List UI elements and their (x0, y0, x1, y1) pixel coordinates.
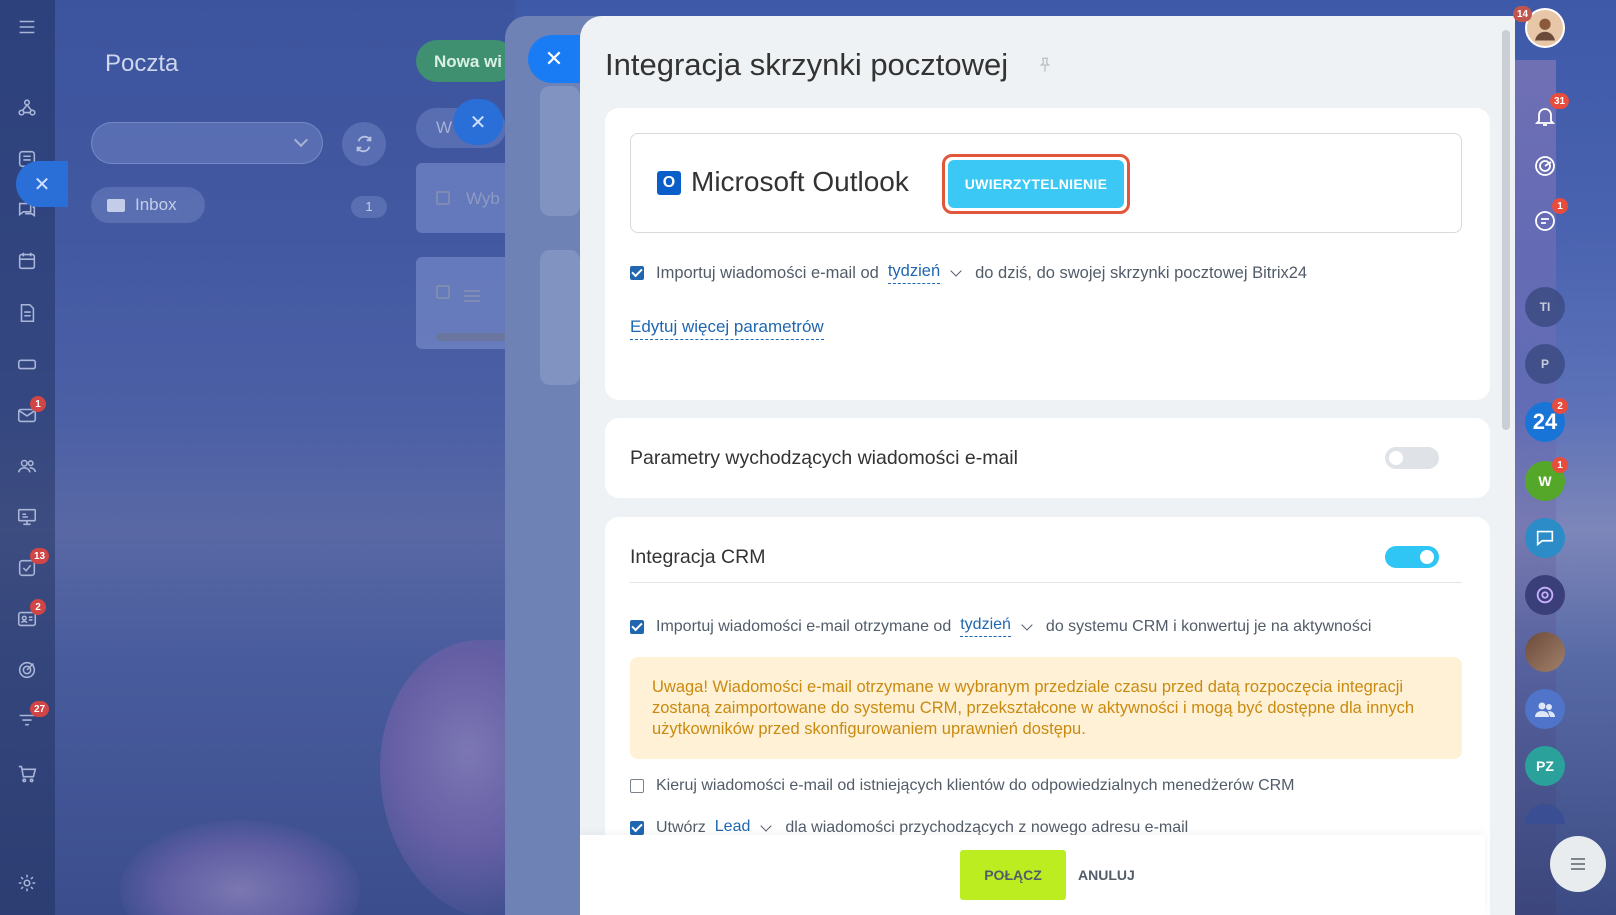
copilot-button[interactable] (1525, 575, 1565, 615)
new-message-button[interactable]: Nowa wi (416, 40, 516, 82)
inbox-count: 1 (351, 196, 387, 218)
drive-icon[interactable] (14, 351, 40, 377)
row-checkbox[interactable] (436, 285, 450, 299)
bitrix24-badge: 2 (1552, 398, 1568, 414)
mailbox-select[interactable] (91, 122, 323, 164)
messenger-badge: 1 (1552, 198, 1568, 214)
refresh-button[interactable] (342, 122, 386, 166)
envelope-icon (107, 198, 125, 212)
crm-period-dropdown[interactable]: tydzień (960, 616, 1011, 637)
search-clear-icon[interactable]: ✕ (453, 99, 503, 145)
network-icon[interactable] (14, 95, 40, 121)
crm-import-checkbox[interactable] (630, 619, 644, 634)
mail-badge: 1 (30, 396, 46, 412)
top-badge: 14 (1513, 6, 1533, 22)
cart-icon[interactable] (14, 760, 40, 786)
refresh-icon (356, 135, 372, 153)
provider-card: O Microsoft Outlook UWIERZYTELNIENIE Imp… (605, 108, 1490, 400)
menu-icon[interactable] (14, 14, 40, 40)
authentication-button-label: UWIERZYTELNIENIE (948, 160, 1124, 208)
contacts-icon[interactable] (14, 453, 40, 479)
chevron-down-icon (293, 132, 309, 148)
menu-icon[interactable] (464, 290, 480, 292)
close-icon[interactable]: ✕ (16, 161, 68, 207)
close-slider-button[interactable]: ✕ (528, 35, 580, 83)
import-period-dropdown[interactable]: tydzień (887, 262, 941, 284)
divider (630, 582, 1462, 583)
open-chat-list-button[interactable] (1550, 836, 1606, 892)
settings-icon[interactable] (14, 870, 40, 896)
document-icon[interactable] (14, 300, 40, 326)
open-channels-button[interactable] (1525, 518, 1565, 558)
target-icon[interactable] (14, 657, 40, 683)
list-icon (1571, 858, 1585, 870)
route-emails-label: Kieruj wiadomości e-mail od istniejących… (656, 777, 1295, 794)
select-all-checkbox[interactable] (436, 191, 450, 205)
provider-name: Microsoft Outlook (691, 166, 909, 197)
connect-button[interactable]: POŁĄCZ (960, 850, 1066, 900)
authentication-button[interactable]: UWIERZYTELNIENIE (942, 154, 1130, 214)
mail-page-title: Poczta (105, 50, 179, 77)
inbox-folder[interactable]: Inbox (91, 187, 205, 223)
provider-box: O Microsoft Outlook UWIERZYTELNIENIE (630, 133, 1462, 233)
presentation-icon[interactable] (14, 504, 40, 530)
inbox-label: Inbox (135, 195, 177, 214)
route-emails-checkbox[interactable] (630, 779, 644, 793)
notifications-badge: 31 (1550, 93, 1570, 109)
chat-avatar-ti[interactable]: TI (1525, 287, 1565, 327)
import-emails-row: Importuj wiadomości e-mail od tydzień do… (630, 262, 1307, 284)
slider-title: Integracja skrzynki pocztowej (605, 47, 1009, 82)
background-card (540, 250, 580, 385)
import-emails-prefix: Importuj wiadomości e-mail od (656, 263, 879, 282)
select-all-label: Wyb (466, 189, 500, 208)
radar-button[interactable] (1525, 146, 1565, 186)
pin-icon[interactable] (1036, 56, 1054, 74)
feed-badge: 27 (30, 701, 50, 717)
group-chat-button[interactable] (1525, 689, 1565, 729)
outlook-icon: O (657, 171, 681, 195)
left-sidebar: 1 13 2 27 (0, 0, 55, 915)
vertical-scrollbar[interactable] (1502, 30, 1510, 430)
crm-warning: Uwaga! Wiadomości e-mail otrzymane w wyb… (630, 657, 1462, 759)
import-emails-checkbox[interactable] (630, 266, 644, 280)
chat-w-badge: 1 (1552, 457, 1568, 473)
crm-badge: 2 (30, 599, 46, 615)
crm-integration-title: Integracja CRM (630, 546, 766, 568)
mailbox-integration-slider: Integracja skrzynki pocztowej O Microsof… (580, 16, 1515, 915)
outgoing-settings-card: Parametry wychodzących wiadomości e-mail (605, 418, 1490, 498)
crm-integration-toggle[interactable] (1385, 546, 1439, 568)
chevron-down-icon[interactable] (950, 265, 962, 277)
background-card (540, 86, 580, 216)
outgoing-settings-toggle[interactable] (1385, 447, 1439, 469)
crm-import-row: Importuj wiadomości e-mail otrzymane od … (630, 616, 1371, 637)
import-emails-suffix: do dziś, do swojej skrzynki pocztowej Bi… (975, 263, 1308, 282)
outgoing-settings-title: Parametry wychodzących wiadomości e-mail (630, 447, 1018, 469)
edit-more-parameters-link[interactable]: Edytuj więcej parametrów (630, 317, 824, 340)
close-icon: ✕ (544, 46, 564, 71)
tasks-badge: 13 (30, 548, 50, 564)
cancel-button[interactable]: ANULUJ (1078, 867, 1135, 883)
slider-footer: POŁĄCZ ANULUJ (580, 835, 1485, 915)
calendar-icon[interactable] (14, 248, 40, 274)
chevron-down-icon[interactable] (1021, 618, 1033, 631)
chat-avatar-pz[interactable]: PZ (1525, 746, 1565, 786)
chat-avatar-p[interactable]: P (1525, 344, 1565, 384)
chevron-down-icon[interactable] (760, 820, 773, 832)
route-emails-row: Kieruj wiadomości e-mail od istniejących… (630, 777, 1295, 795)
chat-avatar-photo[interactable] (1525, 632, 1565, 672)
crm-import-suffix: do systemu CRM i konwertuj je na aktywno… (1045, 617, 1372, 635)
crm-import-prefix: Importuj wiadomości e-mail otrzymane od (656, 617, 952, 635)
create-lead-checkbox[interactable] (630, 821, 644, 835)
